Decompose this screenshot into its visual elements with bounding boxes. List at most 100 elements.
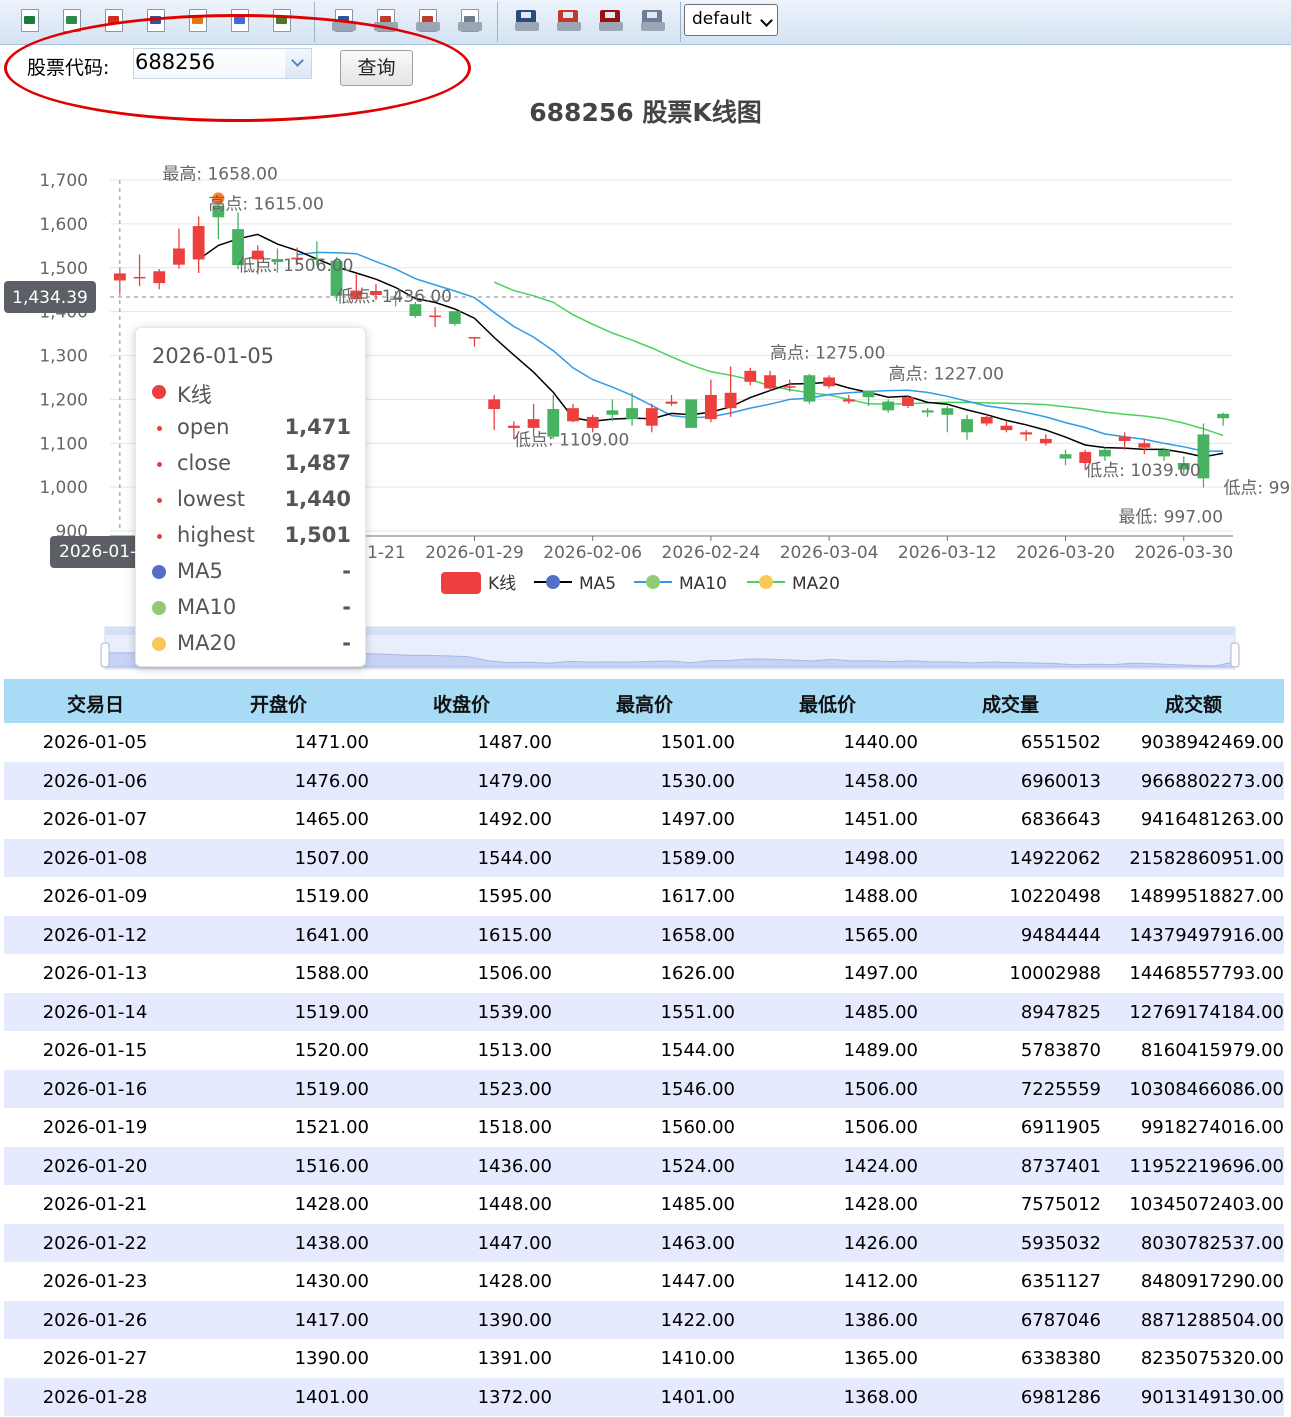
table-row[interactable]: 2026-01-28 1401.00 1372.00 1401.00 1368.00 69…	[4, 1377, 1284, 1416]
save-pdf-icon[interactable]	[598, 7, 624, 35]
candle-body[interactable]	[1099, 449, 1111, 457]
table-row[interactable]: 2026-01-05 1471.00 1487.00 1501.00 1440.00 65…	[4, 723, 1284, 762]
table-row[interactable]: 2026-01-27 1390.00 1391.00 1410.00 1365.00 63…	[4, 1339, 1284, 1378]
candle-body[interactable]	[921, 410, 934, 413]
column-header[interactable]: 成交额	[1102, 690, 1285, 717]
print-icon[interactable]	[457, 7, 483, 35]
column-header[interactable]: 成交量	[919, 690, 1102, 717]
excel-export-icon[interactable]	[17, 7, 43, 35]
tooltip-value: 1,487	[284, 451, 351, 475]
table-row[interactable]: 2026-01-09 1519.00 1595.00 1617.00 1488.00 10…	[4, 877, 1284, 916]
table-row[interactable]: 2026-01-26 1417.00 1390.00 1422.00 1386.00 67…	[4, 1300, 1284, 1339]
table-row[interactable]: 2026-01-12 1641.00 1615.00 1658.00 1565.00 94…	[4, 915, 1284, 954]
candle-body[interactable]	[645, 408, 658, 426]
candle-body[interactable]	[744, 370, 757, 382]
candle-body[interactable]	[1000, 425, 1013, 431]
table-row[interactable]: 2026-01-20 1516.00 1436.00 1524.00 1424.00 87…	[4, 1146, 1284, 1185]
table-row[interactable]: 2026-01-07 1465.00 1492.00 1497.00 1451.00 68…	[4, 800, 1284, 839]
datazoom-left-handle[interactable]	[100, 642, 110, 668]
candle-body[interactable]	[685, 399, 698, 428]
query-button[interactable]: 查询	[340, 50, 413, 86]
table-cell: 2026-01-06	[42, 770, 148, 792]
table-row[interactable]: 2026-01-16 1519.00 1523.00 1546.00 1506.00 72…	[4, 1069, 1284, 1108]
candle-body[interactable]	[468, 337, 481, 339]
image-export-icon[interactable]	[227, 7, 253, 35]
direct-print-icon[interactable]	[640, 7, 666, 35]
toolbar-separator	[497, 2, 498, 42]
datazoom-right-handle[interactable]	[1230, 642, 1240, 668]
stock-code-combobox[interactable]: 688256	[133, 48, 312, 79]
theme-select[interactable]: default	[684, 4, 778, 36]
candle-body[interactable]	[941, 408, 954, 415]
table-row[interactable]: 2026-01-21 1428.00 1448.00 1485.00 1428.00 75…	[4, 1185, 1284, 1224]
candle-body[interactable]	[429, 315, 441, 318]
table-row[interactable]: 2026-01-08 1507.00 1544.00 1589.00 1498.00 14…	[4, 838, 1284, 877]
candle-body[interactable]	[823, 377, 836, 387]
candle-body[interactable]	[507, 425, 520, 428]
candle-body[interactable]	[783, 386, 796, 388]
column-header[interactable]: 最低价	[736, 690, 919, 717]
candle-body[interactable]	[586, 416, 599, 428]
text-export-icon[interactable]	[269, 7, 295, 35]
candle-body[interactable]	[704, 394, 717, 420]
candle-body[interactable]	[882, 401, 895, 411]
tooltip-label: MA20	[177, 631, 237, 655]
save-flash-icon[interactable]	[556, 7, 582, 35]
candle-body[interactable]	[665, 401, 678, 404]
table-row[interactable]: 2026-01-14 1519.00 1539.00 1551.00 1485.00 89…	[4, 992, 1284, 1031]
candle-body[interactable]	[1020, 432, 1033, 435]
table-row[interactable]: 2026-01-19 1521.00 1518.00 1560.00 1506.00 69…	[4, 1108, 1284, 1147]
candle-body[interactable]	[1039, 438, 1052, 444]
candle-body[interactable]	[626, 408, 639, 420]
candle-body[interactable]	[961, 419, 973, 433]
table-row[interactable]: 2026-01-06 1476.00 1479.00 1530.00 1458.00 69…	[4, 761, 1284, 800]
legend-label: K线	[488, 574, 516, 594]
table-row[interactable]: 2026-01-13 1588.00 1506.00 1626.00 1497.00 10…	[4, 954, 1284, 993]
print-flash-icon[interactable]	[373, 7, 399, 35]
candle-body[interactable]	[842, 399, 855, 402]
candle-body[interactable]	[153, 271, 166, 284]
pdf-export-icon[interactable]	[101, 7, 127, 35]
candle-body[interactable]	[764, 375, 776, 389]
column-header[interactable]: 收盘价	[370, 690, 553, 717]
candle-body[interactable]	[1138, 443, 1151, 448]
table-row[interactable]: 2026-01-22 1438.00 1447.00 1463.00 1426.00 59…	[4, 1223, 1284, 1262]
candle-body[interactable]	[980, 416, 993, 424]
column-header[interactable]: 开盘价	[187, 690, 370, 717]
csv-export-icon[interactable]	[59, 7, 85, 35]
candle-body[interactable]	[488, 399, 501, 410]
y-tick-label: 1,700	[39, 171, 88, 191]
candle-body[interactable]	[192, 226, 205, 260]
table-row[interactable]: 2026-01-23 1430.00 1428.00 1447.00 1412.00 63…	[4, 1262, 1284, 1301]
table-cell: 6911905	[1020, 1117, 1101, 1138]
candle-body[interactable]	[133, 276, 146, 279]
tooltip-row: MA20 -	[136, 626, 367, 662]
candle-body[interactable]	[862, 390, 875, 398]
candle-body[interactable]	[1118, 436, 1131, 442]
legend-kline-swatch[interactable]	[441, 572, 481, 594]
candle-body[interactable]	[527, 419, 540, 428]
legend-dot[interactable]	[646, 575, 660, 589]
candle-body[interactable]	[724, 392, 737, 409]
print-preview-icon[interactable]	[331, 7, 357, 35]
candle-body[interactable]	[1158, 449, 1170, 457]
print-pdf-icon[interactable]	[415, 7, 441, 35]
legend-dot[interactable]	[546, 575, 560, 589]
candle-body[interactable]	[1217, 413, 1230, 419]
candle-body[interactable]	[1059, 454, 1072, 459]
table-row[interactable]: 2026-01-15 1520.00 1513.00 1544.00 1489.00 57…	[4, 1031, 1284, 1070]
dropdown-arrow-icon[interactable]	[285, 49, 311, 78]
candle-body[interactable]	[567, 408, 579, 422]
column-header[interactable]: 交易日	[4, 690, 187, 717]
word-export-icon[interactable]	[143, 7, 169, 35]
html-export-icon[interactable]	[185, 7, 211, 35]
candle-body[interactable]	[448, 311, 461, 324]
candle-body[interactable]	[173, 248, 185, 265]
candle-body[interactable]	[803, 375, 816, 402]
candle-body[interactable]	[902, 397, 914, 406]
legend-dot[interactable]	[759, 575, 773, 589]
candle-body[interactable]	[606, 410, 619, 415]
column-header[interactable]: 最高价	[553, 690, 736, 717]
y-tick-label: 1,000	[39, 478, 88, 498]
save-report-icon[interactable]	[514, 7, 540, 35]
